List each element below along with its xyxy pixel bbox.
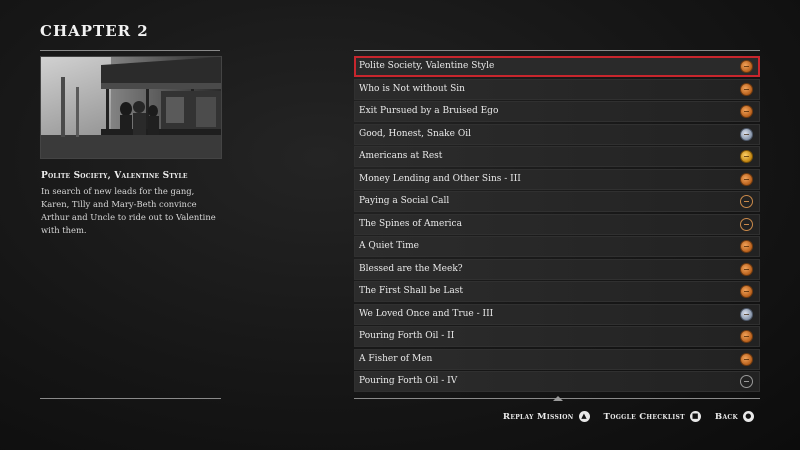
mission-row-label: Blessed are the Meek? — [359, 263, 463, 274]
medal-icon — [740, 307, 753, 321]
button-hints: Replay Mission ▲ Toggle Checklist ■ Back… — [503, 411, 754, 422]
mission-row[interactable]: Money Lending and Other Sins - III — [354, 168, 760, 190]
medal-icon — [740, 285, 753, 298]
mission-row-label: Americans at Rest — [359, 151, 443, 161]
mission-row-label: Who is Not without Sin — [359, 83, 465, 94]
mission-row-label: The Spines of America — [359, 218, 462, 229]
triangle-button-icon: ▲ — [578, 411, 590, 422]
scroll-down-indicator-icon[interactable] — [553, 396, 563, 401]
mission-list: Polite Society, Valentine Style Who is No… — [354, 56, 760, 394]
mission-row-label: Exit Pursued by a Bruised Ego — [359, 106, 499, 116]
medal-icon — [740, 150, 753, 163]
mission-row-label: Money Lending and Other Sins - III — [359, 173, 521, 184]
mission-row[interactable]: The First Shall be Last — [354, 281, 760, 302]
list-top-divider — [354, 50, 760, 51]
medal-icon — [740, 217, 753, 231]
medal-icon — [740, 60, 753, 73]
back-label: Back — [714, 411, 738, 422]
medal-icon — [740, 330, 753, 343]
medal-icon — [740, 352, 753, 366]
mission-row[interactable]: Polite Society, Valentine Style — [354, 56, 760, 77]
mission-row[interactable]: Blessed are the Meek? — [354, 258, 760, 280]
mission-row[interactable]: We Loved Once and True - III — [354, 303, 760, 325]
mission-row-label: A Fisher of Men — [359, 353, 433, 364]
mission-row-label: A Quiet Time — [359, 241, 419, 251]
mission-row[interactable]: Good, Honest, Snake Oil — [354, 123, 760, 145]
mission-row-label: Pouring Forth Oil - IV — [359, 376, 458, 386]
mission-row[interactable]: The Spines of America — [354, 213, 760, 235]
mission-row-label: The First Shall be Last — [359, 286, 463, 296]
medal-icon — [740, 195, 753, 208]
mission-row-label: Paying a Social Call — [359, 196, 450, 206]
mission-row-label: Polite Society, Valentine Style — [359, 61, 495, 71]
medal-icon — [740, 262, 753, 276]
replay-mission-label: Replay Mission — [502, 411, 574, 422]
circle-button-icon: ● — [743, 411, 754, 422]
mission-row[interactable]: Pouring Forth Oil - II — [354, 326, 760, 347]
mission-row[interactable]: Pouring Forth Oil - IV — [354, 371, 760, 392]
mission-row[interactable]: A Fisher of Men — [354, 348, 760, 370]
mission-row-label: We Loved Once and True - III — [359, 308, 494, 319]
mission-row[interactable]: Exit Pursued by a Bruised Ego — [354, 101, 760, 122]
square-button-icon: ■ — [689, 411, 701, 422]
medal-icon — [740, 82, 753, 96]
chapter-title: CHAPTER 2 — [40, 22, 149, 40]
selected-mission-description: In search of new leads for the gang, Kar… — [41, 186, 216, 235]
mission-row[interactable]: Americans at Rest — [354, 146, 760, 167]
header-divider-left — [40, 50, 220, 51]
mission-row[interactable]: A Quiet Time — [354, 236, 760, 257]
replay-mission-hint[interactable]: Replay Mission ▲ — [503, 411, 590, 422]
back-hint[interactable]: Back ● — [715, 411, 754, 422]
selected-mission-title: Polite Society, Valentine Style — [41, 171, 188, 181]
mission-row[interactable]: Who is Not without Sin — [354, 78, 760, 100]
mission-row-label: Pouring Forth Oil - II — [359, 331, 455, 341]
medal-icon — [740, 105, 753, 118]
toggle-checklist-hint[interactable]: Toggle Checklist ■ — [604, 411, 701, 422]
left-bottom-divider — [40, 398, 221, 399]
medal-icon — [740, 172, 753, 186]
mission-row[interactable]: Paying a Social Call — [354, 191, 760, 212]
mission-thumbnail — [40, 56, 222, 159]
medal-icon — [740, 240, 753, 253]
medal-icon — [740, 127, 753, 141]
medal-icon — [740, 375, 753, 388]
mission-row-label: Good, Honest, Snake Oil — [359, 128, 471, 139]
toggle-checklist-label: Toggle Checklist — [603, 411, 685, 422]
